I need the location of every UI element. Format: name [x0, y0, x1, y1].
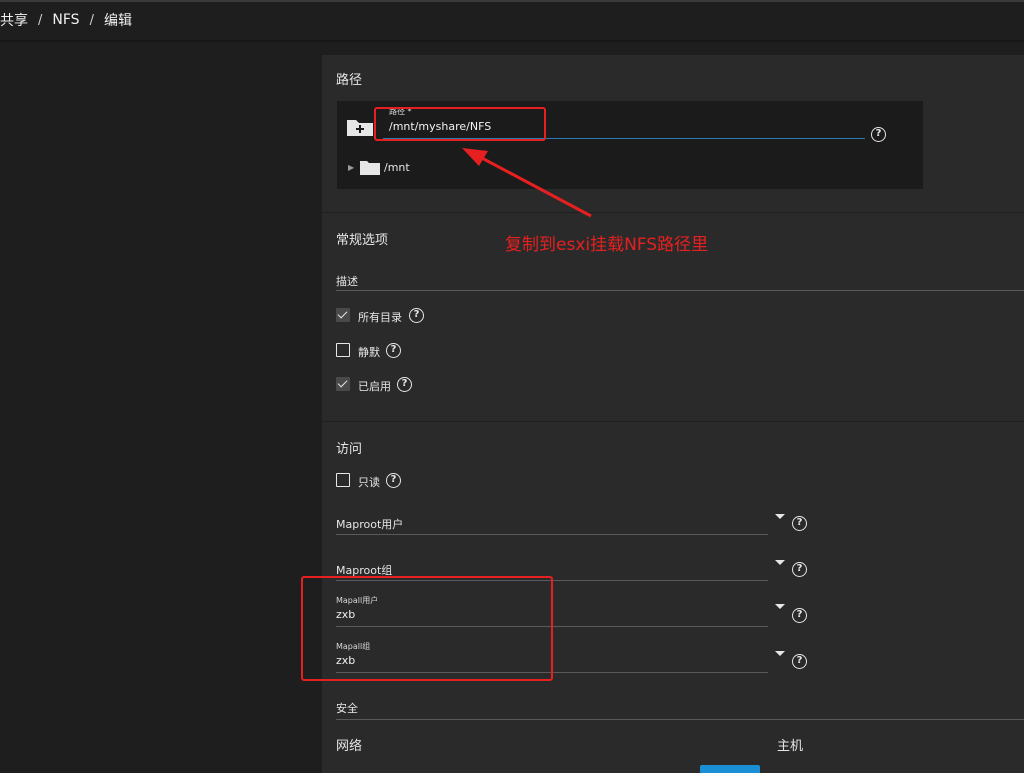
folder-icon: [360, 161, 380, 175]
annotation-text: 复制到esxi挂载NFS路径里: [505, 235, 709, 255]
section-divider: [322, 421, 1024, 422]
enabled-label: 已启用: [358, 380, 391, 393]
readonly-checkbox[interactable]: [336, 473, 350, 487]
section-divider: [322, 212, 1024, 213]
mapall-group-help-icon[interactable]: ?: [792, 654, 807, 669]
tree-expand-icon[interactable]: ▶: [348, 163, 354, 172]
breadcrumb-item-shares[interactable]: 共享: [0, 10, 28, 30]
general-section-title: 常规选项: [336, 233, 389, 248]
breadcrumb-item-nfs[interactable]: NFS: [52, 12, 79, 28]
enabled-checkbox[interactable]: [336, 377, 350, 391]
enabled-help-icon[interactable]: ?: [397, 377, 412, 392]
readonly-label: 只读: [358, 476, 380, 489]
add-button[interactable]: [700, 765, 760, 773]
chevron-down-icon[interactable]: [775, 514, 785, 519]
maproot-user-help-icon[interactable]: ?: [792, 516, 807, 531]
tree-node-mnt[interactable]: /mnt: [384, 161, 410, 174]
annotation-highlight-path: [374, 107, 546, 141]
network-label: 网络: [336, 739, 363, 754]
access-section-title: 访问: [336, 442, 363, 457]
chevron-down-icon[interactable]: [775, 651, 785, 656]
breadcrumb-separator: /: [89, 12, 94, 28]
quiet-checkbox[interactable]: [336, 343, 350, 357]
top-border: [0, 0, 1024, 2]
security-underline: [336, 719, 1024, 720]
breadcrumb-separator: /: [38, 12, 43, 28]
maproot-user-select[interactable]: Maproot用户: [336, 516, 403, 532]
mapall-user-help-icon[interactable]: ?: [792, 608, 807, 623]
create-folder-icon[interactable]: [346, 117, 374, 137]
chevron-down-icon[interactable]: [775, 604, 785, 609]
annotation-highlight-mapall: [301, 576, 553, 681]
host-label: 主机: [777, 739, 804, 754]
breadcrumb-item-edit: 编辑: [103, 13, 132, 29]
all-dirs-checkbox[interactable]: [336, 308, 350, 322]
security-section-title: 安全: [336, 702, 358, 715]
maproot-user-underline: [336, 534, 768, 535]
path-section-title: 路径: [336, 73, 363, 88]
quiet-help-icon[interactable]: ?: [386, 343, 401, 358]
path-help-icon[interactable]: ?: [871, 127, 886, 142]
all-dirs-help-icon[interactable]: ?: [409, 308, 424, 323]
description-input[interactable]: [336, 290, 1024, 291]
all-dirs-label: 所有目录: [358, 311, 402, 324]
maproot-group-help-icon[interactable]: ?: [792, 562, 807, 577]
chevron-down-icon[interactable]: [775, 560, 785, 565]
readonly-help-icon[interactable]: ?: [386, 473, 401, 488]
description-label: 描述: [336, 275, 358, 288]
quiet-label: 静默: [358, 346, 380, 359]
breadcrumb: 共享 / NFS / 编辑: [0, 10, 132, 30]
header-divider: [0, 40, 1024, 42]
